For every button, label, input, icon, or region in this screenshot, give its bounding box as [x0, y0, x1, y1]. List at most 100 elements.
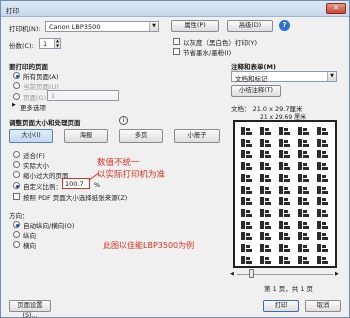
properties-button[interactable]: 属性(P): [171, 20, 219, 32]
preview-cell: [241, 185, 255, 196]
actual-size-label: 实际大小: [23, 162, 49, 170]
annotation-arrow: [88, 172, 100, 181]
preview-cell: [317, 255, 331, 266]
page-range-input[interactable]: 1: [47, 90, 119, 101]
auto-orientation-radio[interactable]: [13, 221, 20, 228]
window-title: 打印: [6, 7, 19, 15]
pdf-paper-checkbox[interactable]: [13, 193, 20, 200]
info-icon[interactable]: i: [119, 116, 128, 125]
preview-cell: [241, 162, 255, 172]
printer-value: Canon LBP3500: [49, 23, 101, 31]
preview-cell: [298, 232, 312, 242]
page-range-label: 页面(G): [23, 94, 47, 102]
preview-cell: [241, 208, 255, 219]
portrait-label: 纵向: [23, 232, 36, 240]
chevron-down-icon: ▼: [149, 22, 158, 31]
tab-size[interactable]: 大小(I): [9, 129, 53, 143]
preview-cell: [260, 173, 274, 184]
all-pages-label: 所有页面(A): [23, 73, 59, 81]
actual-size-radio[interactable]: [13, 161, 20, 168]
preview-slider-thumb[interactable]: [249, 269, 254, 278]
help-icon[interactable]: ?: [279, 20, 290, 31]
preview-cell: [260, 127, 274, 137]
preview-cell: [241, 255, 255, 266]
next-page-icon[interactable]: ▶: [335, 271, 339, 277]
annotations-select[interactable]: 文档和标记 ▼: [231, 71, 337, 83]
preview-cell: [298, 162, 312, 172]
preview-cell: [260, 208, 274, 219]
preview-cell: [317, 220, 331, 231]
print-dialog: 打印 ✕ 打印机(N): Canon LBP3500 ▼ 属性(P) 高级(D)…: [0, 0, 350, 318]
preview-cell: [260, 150, 274, 160]
preview-cell: [260, 244, 274, 254]
close-button[interactable]: ✕: [326, 3, 346, 14]
save-ink-checkbox[interactable]: [173, 48, 180, 55]
expand-arrow-icon[interactable]: ▶: [12, 102, 16, 108]
print-button[interactable]: 打印: [263, 300, 299, 312]
preview-cell: [279, 185, 293, 196]
preview-cell: [241, 244, 255, 254]
summarize-comments-button[interactable]: 小结注释(T): [231, 85, 281, 97]
preview-cell: [317, 208, 331, 219]
grayscale-label: 以灰度（黑白色）打印(Y): [183, 39, 258, 47]
tab-multiple[interactable]: 多页: [119, 129, 163, 143]
stepper-arrows-icon[interactable]: ▲ ▼: [54, 38, 60, 48]
tab-booklet[interactable]: 小册子: [174, 129, 220, 143]
preview-cell: [317, 150, 331, 160]
preview-cell: [298, 255, 312, 266]
preview-cell: [317, 127, 331, 137]
fit-radio[interactable]: [13, 151, 20, 158]
current-page-radio[interactable]: [13, 82, 20, 89]
custom-scale-radio[interactable]: [13, 182, 20, 189]
preview-cell: [317, 185, 331, 196]
grayscale-checkbox[interactable]: [173, 38, 180, 45]
preview-cell: [241, 197, 255, 207]
pages-heading: 要打印的页面: [9, 63, 48, 71]
copies-stepper[interactable]: 1 ▲ ▼: [39, 38, 61, 49]
preview-cell: [317, 232, 331, 242]
preview-cell: [279, 127, 293, 137]
preview-cell: [260, 162, 274, 172]
annotations-heading: 注释和表单(M): [231, 63, 276, 71]
landscape-radio[interactable]: [13, 241, 20, 248]
preview-cell: [279, 244, 293, 254]
preview-cell: [260, 185, 274, 196]
preview-cell: [298, 244, 312, 254]
page-setup-button[interactable]: 页面设置(S)...: [9, 300, 51, 318]
annotations-value: 文档和标记: [235, 75, 268, 83]
advanced-button[interactable]: 高级(D): [227, 20, 273, 32]
preview-cell: [241, 232, 255, 242]
prev-page-icon[interactable]: ◀: [230, 271, 234, 277]
landscape-label: 横向: [23, 242, 36, 250]
custom-scale-label: 自定义比例：: [23, 183, 62, 191]
page-range-value: 1: [51, 92, 56, 100]
preview-cell: [317, 138, 331, 149]
preview-cell: [241, 150, 255, 160]
orientation-heading: 方向：: [9, 212, 29, 220]
preview-cell: [298, 197, 312, 207]
preview-cell: [241, 138, 255, 149]
tab-poster[interactable]: 海报: [64, 129, 108, 143]
copies-value: 1: [43, 40, 48, 48]
cancel-button[interactable]: 取消: [305, 300, 341, 312]
page-range-radio[interactable]: [13, 93, 20, 100]
shrink-radio[interactable]: [13, 171, 20, 178]
preview-cell: [298, 185, 312, 196]
copies-label: 份数(C):: [9, 42, 34, 50]
preview-cell: [298, 208, 312, 219]
fit-label: 适合(F): [23, 152, 45, 160]
preview-cell: [241, 127, 255, 137]
save-ink-label: 节省墨水/墨粉(I): [183, 49, 232, 57]
preview-cell: [279, 255, 293, 266]
preview-cell: [298, 173, 312, 184]
custom-scale-value: 100.7: [65, 180, 84, 188]
preview-cell: [298, 138, 312, 149]
all-pages-radio[interactable]: [13, 72, 20, 79]
note-line-2: 以实际打印机为准: [97, 170, 166, 180]
preview-cell: [298, 127, 312, 137]
pdf-paper-label: 按照 PDF 页面大小选择纸张来源(Z): [23, 194, 128, 202]
more-options-link[interactable]: 更多选项: [20, 102, 46, 112]
preview-cell: [260, 220, 274, 231]
portrait-radio[interactable]: [13, 231, 20, 238]
printer-select[interactable]: Canon LBP3500 ▼: [45, 21, 159, 32]
